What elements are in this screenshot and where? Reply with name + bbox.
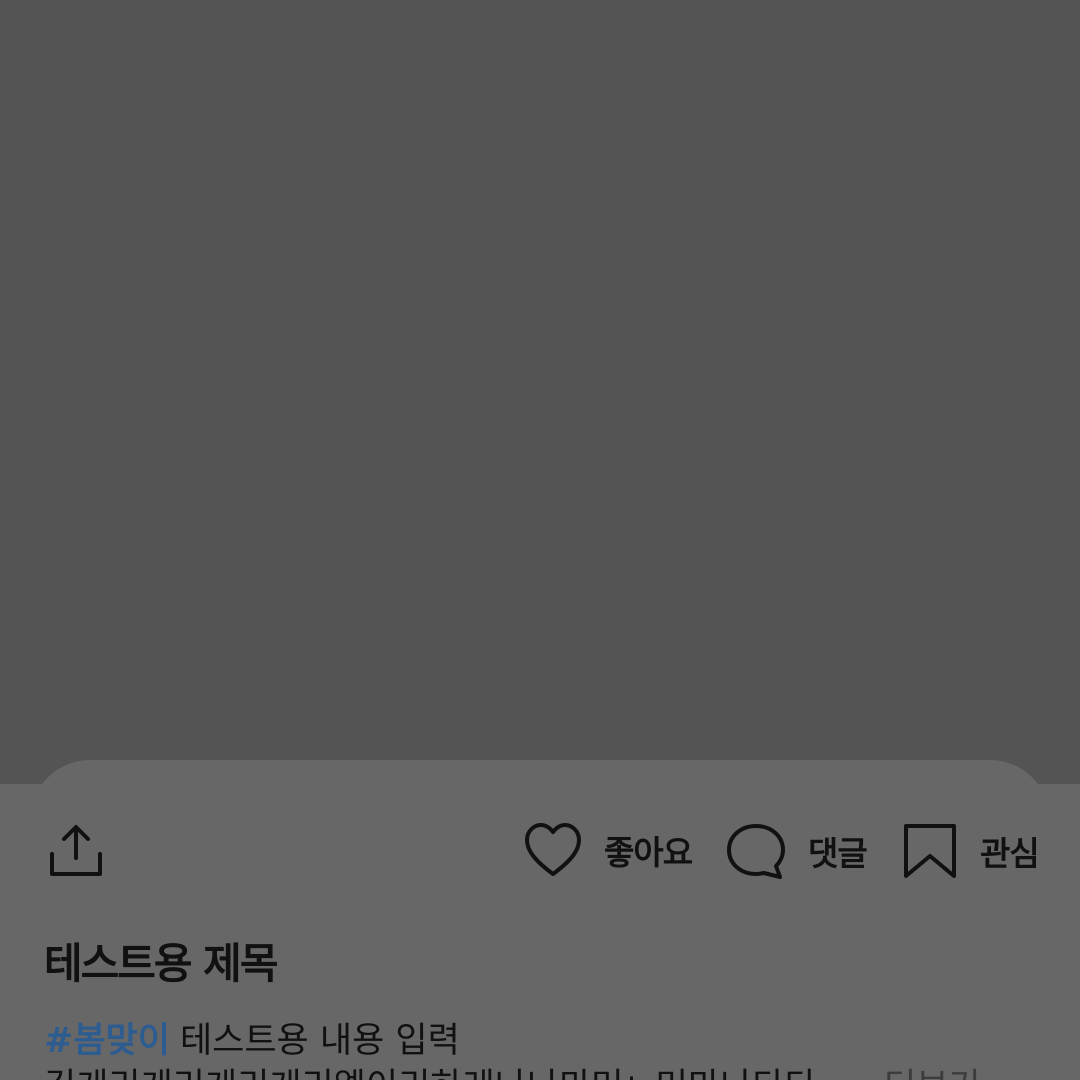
- post-content-line-2: 김게리게리게리게리엘이리하레나나마머ㄴ머마나다다: [44, 1058, 844, 1080]
- like-button[interactable]: 좋아요: [524, 822, 693, 878]
- post-content-line-1: #봄맞이 테스트용 내용 입력: [44, 1012, 460, 1063]
- bookmark-icon: [904, 824, 956, 878]
- heart-icon: [525, 823, 581, 876]
- like-label: 좋아요: [604, 833, 693, 872]
- more-link[interactable]: 더보기: [884, 1058, 981, 1080]
- share-icon: [50, 825, 102, 876]
- media-area[interactable]: [0, 0, 1080, 800]
- hashtag-link[interactable]: #봄맞이: [44, 1021, 170, 1061]
- action-bar: 좋아요 댓글 관심: [0, 810, 1080, 890]
- comment-label: 댓글: [808, 834, 868, 873]
- post-content-text: 테스트용 내용 입력: [179, 1021, 460, 1061]
- comment-button[interactable]: 댓글: [726, 822, 868, 880]
- post-title: 테스트용 제목: [44, 939, 278, 988]
- share-button[interactable]: [48, 822, 104, 878]
- save-button[interactable]: 관심: [902, 822, 1040, 880]
- screen: 좋아요 댓글 관심 테스트용 제목 #봄맞이테스트용 내용 입력 김게리게리게리…: [0, 0, 1080, 1080]
- save-label: 관심: [980, 834, 1040, 873]
- speech-bubble-icon: [727, 824, 785, 879]
